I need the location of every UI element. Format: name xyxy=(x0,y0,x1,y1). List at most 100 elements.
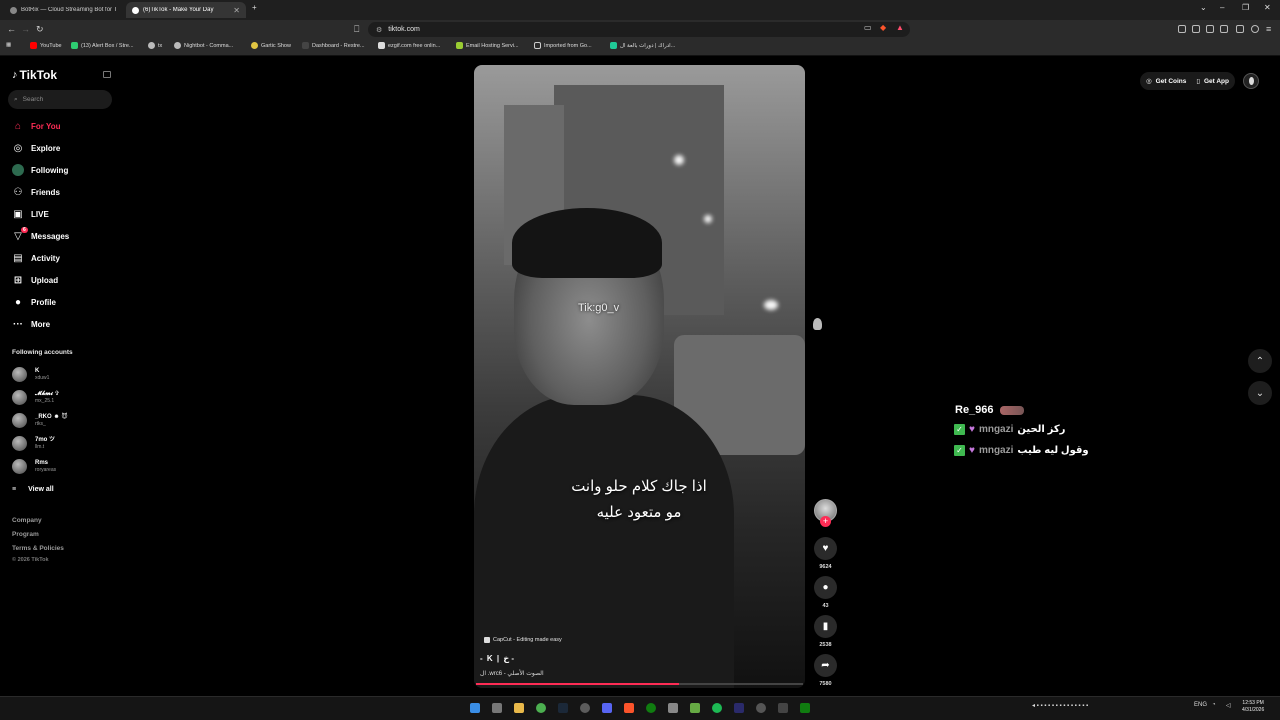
wallet-icon[interactable] xyxy=(1220,25,1228,33)
follow-plus-icon[interactable]: + xyxy=(820,516,831,527)
forward-icon[interactable]: → xyxy=(21,24,30,34)
brave-icon[interactable] xyxy=(624,703,634,713)
next-video-button[interactable]: ⌄ xyxy=(1248,381,1272,405)
followed-account[interactable]: Rms roryareas xyxy=(12,459,56,474)
bookmark-restream[interactable]: Dashboard - Restre... xyxy=(302,42,365,49)
like-button[interactable]: ♥ 9624 xyxy=(814,537,837,570)
obs-icon[interactable] xyxy=(580,703,590,713)
video-player[interactable]: Tik:g0_v اذا جاك كلام حلو وانت مو متعود … xyxy=(474,65,805,688)
video-sound[interactable]: الصوت الأصلي - wrc6. ال xyxy=(480,670,544,677)
nav-for-you[interactable]: ⌂ For You xyxy=(12,120,61,132)
reload-icon[interactable]: ↻ xyxy=(36,24,44,35)
tiktok-logo[interactable]: ♪ TikTok xyxy=(12,68,57,82)
footer-program-link[interactable]: Program xyxy=(12,531,39,538)
music-icon[interactable] xyxy=(1192,25,1200,33)
close-window-button[interactable]: ✕ xyxy=(1264,3,1271,12)
url-field[interactable]: ⚙ tiktok.com xyxy=(368,22,910,37)
capcut-link[interactable]: CapCut - Editing made easy xyxy=(484,637,562,643)
save-button[interactable]: ▮ 2538 xyxy=(814,615,837,648)
chrome-icon[interactable] xyxy=(536,703,546,713)
bookmark-label: (13) Alert Box / Stre... xyxy=(81,42,134,49)
bookmark-imported[interactable]: Imported from Go... xyxy=(534,42,592,49)
nav-upload[interactable]: ⊞ Upload xyxy=(12,274,58,286)
footer-terms-link[interactable]: Terms & Policies xyxy=(12,545,64,552)
followed-account[interactable]: 7mo ツ llm.t xyxy=(12,436,55,451)
nav-label: Activity xyxy=(31,253,60,263)
app-icon[interactable] xyxy=(668,703,678,713)
task-view-icon[interactable] xyxy=(492,703,502,713)
get-app-button[interactable]: Get App xyxy=(1204,78,1229,85)
vpn-icon[interactable] xyxy=(1236,25,1244,33)
nav-live[interactable]: ▣ LIVE xyxy=(12,208,49,220)
bookmark-nightbot[interactable]: Nightbot - Comma... xyxy=(174,42,233,49)
spotify-icon[interactable] xyxy=(712,703,722,713)
bookmark-tx[interactable]: tx xyxy=(148,42,162,49)
sidebar-icon[interactable] xyxy=(1206,25,1214,33)
xbox-app-icon[interactable] xyxy=(800,703,810,713)
language-indicator[interactable]: ENG xyxy=(1194,702,1207,708)
footer-company-link[interactable]: Company xyxy=(12,517,42,524)
bookmark-email-hosting[interactable]: Email Hosting Servi... xyxy=(456,42,519,49)
share-button[interactable]: ➦ 7580 xyxy=(814,654,837,687)
new-tab-button[interactable]: + xyxy=(252,3,257,12)
search-input[interactable]: ⌕ Search xyxy=(8,90,112,109)
restore-button[interactable]: ❐ xyxy=(1242,3,1249,12)
xbox-icon[interactable] xyxy=(646,703,656,713)
menu-icon[interactable]: ≡ xyxy=(1266,24,1271,34)
nav-more[interactable]: ··· More xyxy=(12,318,50,330)
view-all-button[interactable]: ≡ View all xyxy=(12,486,54,493)
nav-activity[interactable]: ▤ Activity xyxy=(12,252,60,264)
file-explorer-icon[interactable] xyxy=(514,703,524,713)
bookmark-alertbox[interactable]: (13) Alert Box / Stre... xyxy=(71,42,134,49)
followed-account[interactable]: _RKO ☻ 😈 rtks_ xyxy=(12,413,68,428)
steam-icon[interactable] xyxy=(558,703,568,713)
search-placeholder: Search xyxy=(22,96,44,103)
apps-icon[interactable]: ▦ xyxy=(6,42,11,48)
nav-messages[interactable]: ▽ 6 Messages xyxy=(12,227,69,242)
followed-account[interactable]: Kxduw1 xyxy=(12,367,49,382)
bookmark-page-icon[interactable]: ⎕ xyxy=(354,24,359,35)
nav-friends[interactable]: ⚇ Friends xyxy=(12,186,60,198)
comment-count: 43 xyxy=(822,603,829,609)
video-author[interactable]: - K | خ - xyxy=(480,654,514,663)
bookmark-gartic[interactable]: Gartic Show xyxy=(251,42,291,49)
comment-button[interactable]: ● 43 xyxy=(814,576,837,609)
profile-avatar-icon[interactable] xyxy=(1251,25,1259,33)
discord-icon[interactable] xyxy=(602,703,612,713)
tab-search-icon[interactable]: ⌄ xyxy=(1200,3,1207,12)
wifi-icon[interactable]: ◔ xyxy=(1212,702,1216,708)
followed-account[interactable]: 𝓜𝓴𝓶𝓲 ✞ mx_25.1 xyxy=(12,390,60,405)
previous-video-button[interactable]: ⌃ xyxy=(1248,349,1272,373)
site-info-icon[interactable]: ⚙ xyxy=(376,26,382,34)
bookmark-edraak[interactable]: ادراك | دورات بالعة ال... xyxy=(610,42,675,49)
premiere-icon[interactable] xyxy=(734,703,744,713)
windows-start-icon[interactable] xyxy=(470,703,480,713)
get-coins-button[interactable]: Get Coins xyxy=(1156,78,1187,85)
list-icon: ≡ xyxy=(12,486,17,493)
extension-icon[interactable] xyxy=(1178,25,1186,33)
nav-explore[interactable]: ◎ Explore xyxy=(12,142,61,154)
tab-tiktok[interactable]: (6)TikTok - Make Your Day ✕ xyxy=(126,2,246,18)
cast-icon[interactable]: ▭ xyxy=(864,23,872,32)
nav-following[interactable]: Following xyxy=(12,164,68,176)
app-icon[interactable] xyxy=(756,703,766,713)
app-icon[interactable] xyxy=(778,703,788,713)
tray-icons[interactable]: ◂ ▪ ▪ ▪ ▪ ▪ ▪ ▪ ▪ ▪ ▪ ▪ ▪ ▪ ▪ xyxy=(1032,702,1088,709)
chat-message-text: ركز الحين xyxy=(1017,424,1066,435)
back-icon[interactable]: ← xyxy=(7,24,16,34)
video-progress-bar[interactable] xyxy=(476,683,803,685)
close-tab-icon[interactable]: ✕ xyxy=(233,6,240,15)
user-avatar[interactable] xyxy=(1243,73,1259,89)
tab-botrix[interactable]: BotRix — Cloud Streaming Bot for Tw xyxy=(4,2,122,18)
volume-icon[interactable]: ◁ xyxy=(1226,702,1231,709)
brave-rewards-icon[interactable]: ▲ xyxy=(896,23,904,32)
capcut-icon xyxy=(484,637,490,643)
minimize-button[interactable]: – xyxy=(1220,3,1224,12)
bookmark-youtube[interactable]: YouTube xyxy=(30,42,62,49)
brave-shield-icon[interactable]: ◆ xyxy=(880,23,886,32)
bookmark-ezgif[interactable]: ezgif.com free onlin... xyxy=(378,42,440,49)
nav-profile[interactable]: ● Profile xyxy=(12,296,56,308)
clock[interactable]: 12:53 PM 4/31/2026 xyxy=(1242,700,1264,714)
collapse-sidebar-icon[interactable] xyxy=(103,71,111,78)
app-icon[interactable] xyxy=(690,703,700,713)
